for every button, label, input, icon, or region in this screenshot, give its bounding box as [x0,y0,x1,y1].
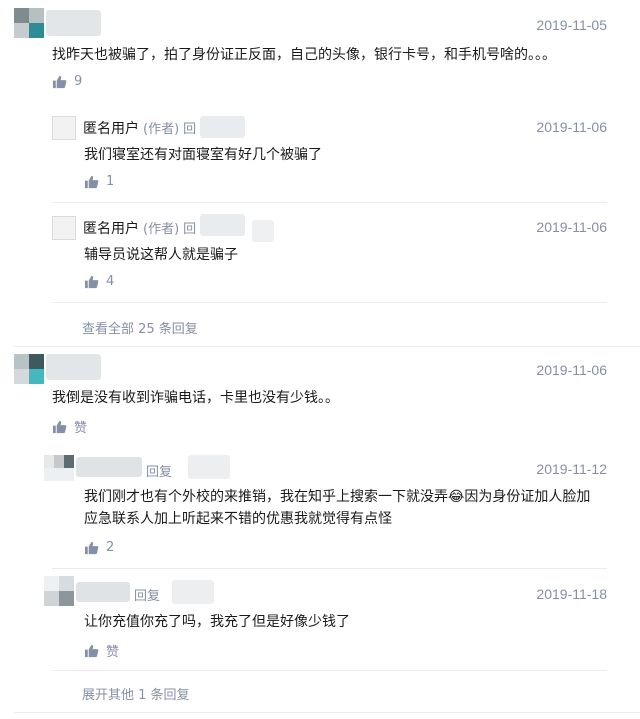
like-count: 2 [106,540,115,555]
reply-date: 2019-11-18 [536,586,607,602]
username-redacted[interactable] [76,457,142,477]
reply-link[interactable]: 回复 [134,589,160,604]
reply-text: 我们寝室还有对面寝室有好几个被骗了 [84,147,322,163]
reply-thread-line [52,110,53,340]
reply-link[interactable]: 回 [183,222,196,237]
divider [52,670,607,671]
reply-date: 2019-11-12 [536,461,607,477]
thumbs-up-icon [52,420,67,433]
redacted-block [200,116,245,138]
thumbs-up-icon [84,541,99,554]
bottom-divider [14,712,640,713]
reply-date: 2019-11-06 [536,219,607,235]
like-label: 赞 [74,421,88,436]
username-redacted[interactable] [76,582,130,602]
redacted-block [252,220,274,242]
like-button[interactable]: 赞 [52,417,87,436]
thumbs-up-icon [84,175,99,188]
reply-link[interactable]: 回 [183,122,196,137]
avatar[interactable] [52,116,76,140]
reply-link[interactable]: 回复 [146,465,172,480]
reply-text: 我们刚才也有个外校的来推销，我在知乎上搜索一下就没弄😂因为身份证加人脸加 [84,489,591,505]
comment-text: 找昨天也被骗了，拍了身份证正反面，自己的头像，银行卡号，和手机号啥的。。。 [52,47,556,63]
reply-date: 2019-11-06 [536,119,607,135]
avatar[interactable] [52,216,76,240]
like-count: 1 [106,174,115,189]
reply-text: 辅导员说这帮人就是骗子 [84,247,238,263]
thumbs-up-icon [52,75,67,88]
divider [52,302,607,303]
like-label: 赞 [106,645,120,660]
like-button[interactable]: 赞 [84,641,119,660]
redacted-block [200,214,245,236]
reply-text-line2: 应急联系人加上听起来不错的优惠我就觉得有点怪 [84,511,392,527]
redacted-block [188,455,230,479]
view-all-replies-link[interactable]: 查看全部 25 条回复 [82,318,198,337]
thumbs-up-icon [84,275,99,288]
like-button[interactable]: 9 [52,74,82,89]
like-count: 9 [74,74,83,89]
reply-author-name[interactable]: 匿名用户 [83,221,139,237]
avatar[interactable] [44,455,74,481]
avatar[interactable] [14,8,44,38]
comment-date: 2019-11-06 [536,362,607,378]
author-tag: (作者) [143,222,180,237]
expand-replies-link[interactable]: 展开其他 1 条回复 [82,684,190,703]
like-count: 4 [106,274,115,289]
avatar[interactable] [44,576,74,606]
divider [52,202,607,203]
like-button[interactable]: 1 [84,174,114,189]
comment-date: 2019-11-05 [536,17,607,33]
divider [52,568,607,569]
username-redacted[interactable] [46,10,101,36]
comment-divider [14,346,640,347]
avatar[interactable] [14,354,44,384]
like-button[interactable]: 4 [84,274,114,289]
author-tag: (作者) [143,122,180,137]
reply-author-name[interactable]: 匿名用户 [83,121,139,137]
redacted-block [172,580,214,604]
username-redacted[interactable] [46,354,101,380]
comment-text: 我倒是没有收到诈骗电话，卡里也没有少钱。。 [52,390,339,406]
reply-text: 让你充值你充了吗，我充了但是好像少钱了 [84,614,350,630]
like-button[interactable]: 2 [84,540,114,555]
thumbs-up-icon [84,644,99,657]
